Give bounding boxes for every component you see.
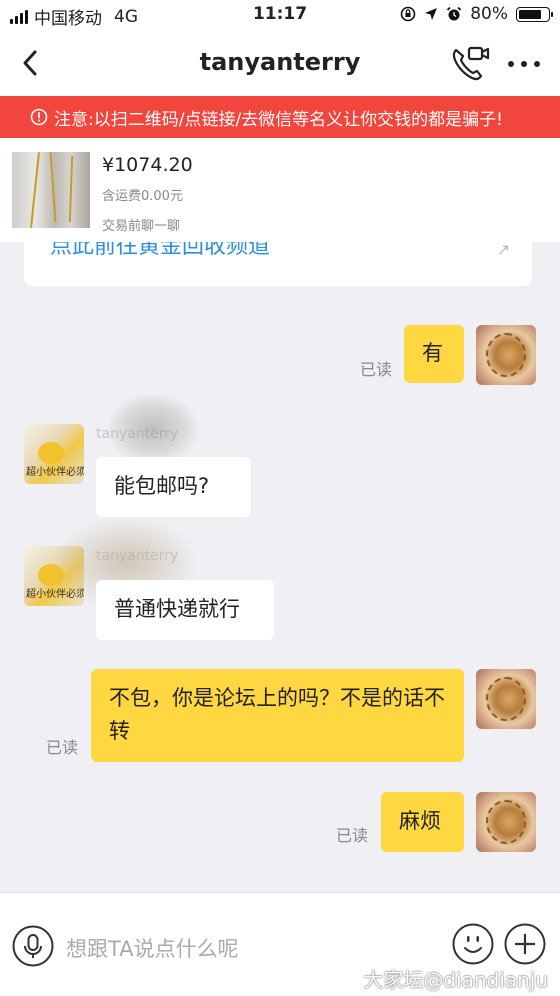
message-bubble-sent[interactable]: 有 — [404, 325, 464, 383]
status-right: 80% — [400, 4, 553, 24]
status-bar: 中国移动 4G 11:17 80% — [0, 0, 560, 30]
warning-icon — [30, 108, 48, 126]
alarm-icon — [447, 6, 462, 21]
read-receipt: 已读 — [336, 826, 369, 845]
chat-before-trade-note: 交易前聊一聊 — [102, 219, 181, 234]
message-bubble-sent[interactable]: 麻烦 — [381, 792, 464, 852]
shipping-fee: 含运费0.00元 — [102, 189, 183, 204]
message-bubble-received[interactable]: 能包邮吗? — [96, 457, 251, 517]
my-avatar[interactable] — [476, 669, 536, 729]
message-bubble-sent[interactable]: 不包，你是论坛上的吗？不是的话不转 — [91, 669, 464, 762]
fraud-warning-banner: 注意:以扫二维码/点链接/去微信等名义让你交钱的都是骗子! — [0, 96, 560, 138]
voice-input-icon[interactable] — [12, 925, 54, 967]
scribble-mark — [108, 394, 198, 464]
product-card[interactable]: ¥1074.20 含运费0.00元 交易前聊一聊 — [0, 138, 560, 242]
chat-header: tanyanterry — [0, 30, 560, 96]
watermark: 大家坛@diandianju — [363, 968, 548, 992]
card-arrow-icon: ↗ — [496, 242, 510, 259]
gold-recycle-link[interactable]: 点此前往黄金回收频道 — [50, 242, 270, 260]
contact-avatar[interactable]: 超小伙伴必须 — [24, 424, 84, 484]
location-icon — [425, 8, 438, 20]
my-avatar[interactable] — [476, 325, 536, 385]
more-options-icon[interactable] — [506, 54, 542, 74]
my-avatar[interactable] — [476, 792, 536, 852]
message-bubble-received[interactable]: 普通快递就行 — [96, 580, 274, 640]
gold-recycle-card[interactable]: 点此前往黄金回收频道 ↗ — [24, 242, 532, 286]
product-thumbnail[interactable] — [12, 152, 90, 228]
voice-video-call-icon[interactable] — [450, 44, 490, 82]
rotation-lock-icon — [400, 6, 416, 22]
message-input[interactable]: 想跟TA说点什么呢 — [66, 933, 239, 963]
battery-icon — [516, 6, 553, 22]
emoji-icon[interactable] — [452, 923, 494, 965]
read-receipt: 已读 — [360, 360, 393, 379]
read-receipt: 已读 — [46, 738, 79, 757]
warning-text: 注意:以扫二维码/点链接/去微信等名义让你交钱的都是骗子! — [54, 109, 503, 130]
avatar-caption: 超小伙伴必须 — [26, 467, 84, 478]
add-attachment-icon[interactable] — [504, 923, 546, 965]
battery-percent: 80% — [470, 4, 508, 24]
product-price: ¥1074.20 — [102, 154, 193, 176]
